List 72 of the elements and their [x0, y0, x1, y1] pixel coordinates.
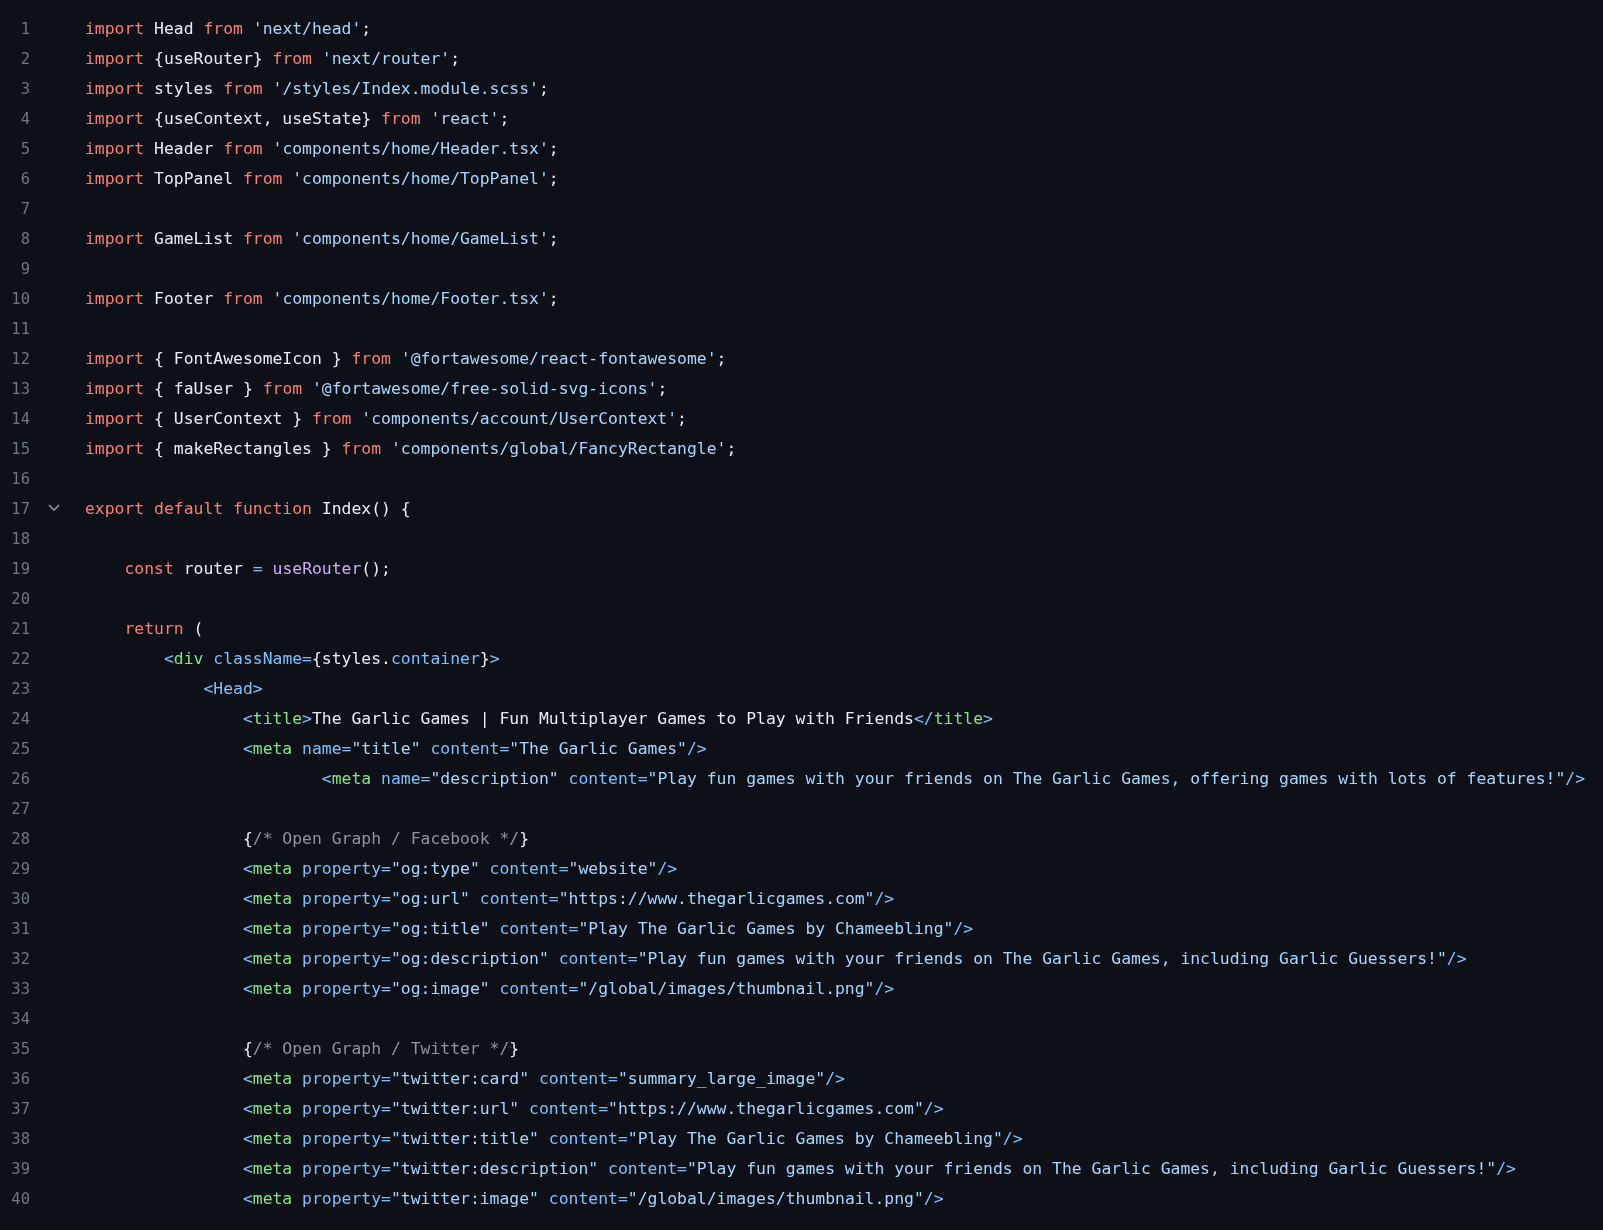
code-line: <Head> — [203, 679, 263, 699]
code-line: import {useContext, useState} from 'react'; — [85, 109, 510, 129]
code-line: <meta property="og:url" content="https://www.thegarlicgames.com"/> — [242, 889, 895, 909]
code-line: <meta property="og:description" content="Play fun games with your friends on The Garlic Games, including Garlic Guessers!"/> — [242, 949, 1467, 969]
line-number: 11 — [11, 319, 31, 339]
line-number: 15 — [11, 439, 31, 459]
line-number: 12 — [11, 349, 31, 369]
code-line: import Head from 'next/head'; — [85, 19, 372, 39]
line-number: 8 — [20, 229, 31, 249]
code-line: <div className={styles.container}> — [163, 649, 500, 669]
code-line: import { makeRectangles } from 'components/global/FancyRectangle'; — [85, 439, 737, 459]
code-line: import TopPanel from 'components/home/TopPanel'; — [85, 169, 559, 189]
code-line: <meta property="twitter:card" content="summary_large_image"/> — [242, 1069, 845, 1089]
line-number: 6 — [20, 169, 31, 189]
code-line: const router = useRouter(); — [124, 559, 391, 579]
line-number: 36 — [11, 1069, 31, 1089]
code-line: <meta name="title" content="The Garlic Games"/> — [242, 739, 707, 759]
line-number: 28 — [11, 829, 31, 849]
code-line: <title>The Garlic Games | Fun Multiplayer Games to Play with Friends</title> — [242, 709, 993, 729]
line-number: 22 — [11, 649, 31, 669]
code-line: return ( — [124, 619, 204, 639]
line-number: 26 — [11, 769, 31, 789]
code-line: import Header from 'components/home/Header.tsx'; — [85, 139, 559, 159]
line-number: 40 — [11, 1189, 31, 1209]
code-line: {/* Open Graph / Twitter */} — [242, 1039, 520, 1059]
code-line: import GameList from 'components/home/GameList'; — [85, 229, 559, 249]
code-line: import {useRouter} from 'next/router'; — [85, 49, 461, 69]
line-number: 14 — [11, 409, 31, 429]
line-number: 5 — [20, 139, 31, 159]
code-line: {/* Open Graph / Facebook */} — [242, 829, 530, 849]
line-number: 34 — [11, 1009, 31, 1029]
line-number: 21 — [11, 619, 31, 639]
code-line: <meta property="og:title" content="Play The Garlic Games by Chameebling"/> — [242, 919, 974, 939]
line-number: 2 — [20, 49, 31, 69]
line-number: 3 — [20, 79, 31, 99]
line-number: 29 — [11, 859, 31, 879]
line-number: 20 — [11, 589, 31, 609]
line-number: 18 — [11, 529, 31, 549]
line-number: 24 — [11, 709, 31, 729]
line-number: 37 — [11, 1099, 31, 1119]
line-number: 17 — [11, 499, 31, 519]
line-number: 19 — [11, 559, 31, 579]
line-number: 39 — [11, 1159, 31, 1179]
code-line: <meta property="og:image" content="/global/images/thumbnail.png"/> — [242, 979, 895, 999]
code-line: export default function Index() { — [85, 499, 411, 519]
code-line: <meta property="twitter:description" content="Play fun games with your friends on The Garlic Games, including Garlic Guessers!"/> — [242, 1159, 1516, 1179]
line-number: 30 — [11, 889, 31, 909]
line-number: 31 — [11, 919, 31, 939]
code-line: import { UserContext } from 'components/account/UserContext'; — [85, 409, 687, 429]
line-number: 4 — [20, 109, 31, 129]
line-number: 9 — [20, 259, 31, 279]
line-number: 10 — [11, 289, 31, 309]
line-number: 7 — [20, 199, 31, 219]
code-line: <meta property="twitter:title" content="Play The Garlic Games by Chameebling"/> — [242, 1129, 1023, 1149]
line-number: 35 — [11, 1039, 31, 1059]
line-number: 33 — [11, 979, 31, 999]
code-line: <meta property="twitter:url" content="https://www.thegarlicgames.com"/> — [242, 1099, 944, 1119]
code-line: import { FontAwesomeIcon } from '@fortawesome/react-fontawesome'; — [85, 349, 727, 369]
line-number: 38 — [11, 1129, 31, 1149]
line-number: 27 — [11, 799, 31, 819]
code-line: <meta property="twitter:image" content="/global/images/thumbnail.png"/> — [242, 1189, 944, 1209]
line-number: 32 — [11, 949, 31, 969]
code-line: import { faUser } from '@fortawesome/free-solid-svg-icons'; — [85, 379, 668, 399]
code-line: <meta property="og:type" content="website"/> — [242, 859, 678, 879]
line-number: 13 — [11, 379, 31, 399]
line-number: 25 — [11, 739, 31, 759]
code-line: import Footer from 'components/home/Footer.tsx'; — [85, 289, 559, 309]
line-number: 23 — [11, 679, 31, 699]
line-number: 16 — [11, 469, 31, 489]
code-line: import styles from '/styles/Index.module.scss'; — [85, 79, 549, 99]
code-line: <meta name="description" content="Play fun games with your friends on The Garlic Games, offering games with lots of features!"/> — [321, 769, 1585, 789]
line-number: 1 — [20, 19, 31, 39]
